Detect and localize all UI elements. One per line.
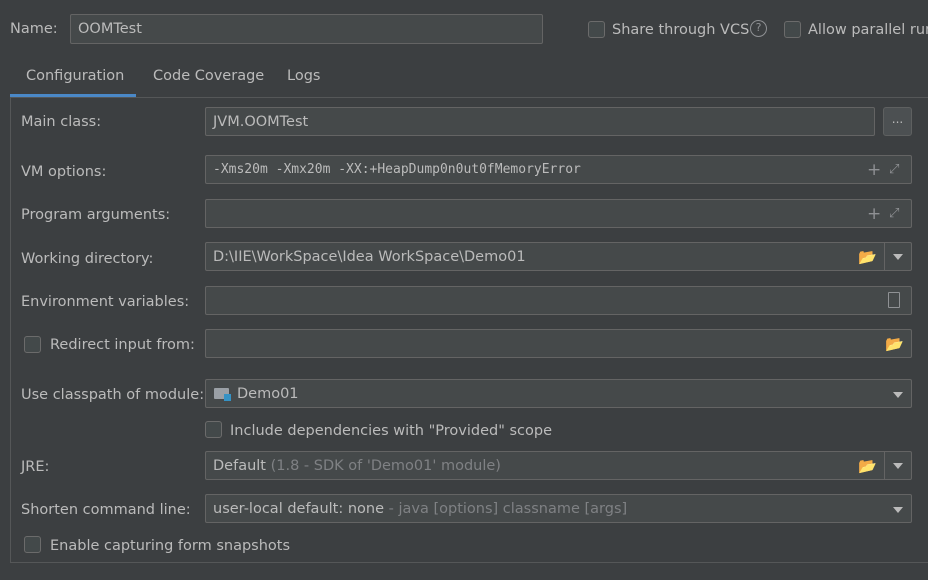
snapshots-label[interactable]: Enable capturing form snapshots [50, 537, 290, 555]
folder-icon[interactable]: 📂 [885, 336, 904, 352]
chevron-down-icon [893, 392, 903, 398]
name-input[interactable]: OOMTest [70, 14, 543, 44]
folder-icon[interactable]: 📂 [858, 458, 877, 474]
allow-parallel-label[interactable]: Allow parallel run [808, 21, 928, 39]
document-icon[interactable] [888, 292, 900, 308]
chevron-down-icon [893, 463, 903, 469]
tab-configuration[interactable]: Configuration [26, 66, 124, 86]
share-vcs-label[interactable]: Share through VCS [612, 21, 749, 39]
jre-value-wrap: Default (1.8 - SDK of 'Demo01' module) [213, 457, 501, 475]
allow-parallel-checkbox[interactable] [784, 21, 801, 38]
jre-label: JRE: [21, 459, 50, 475]
expand-icon[interactable]: ⤢ [889, 206, 899, 222]
name-input-value: OOMTest [78, 21, 142, 37]
working-dir-dropdown-button[interactable] [884, 242, 912, 271]
vm-options-label: VM options: [21, 164, 107, 180]
env-vars-label: Environment variables: [21, 294, 190, 310]
working-dir-label: Working directory: [21, 251, 154, 267]
help-icon[interactable]: ? [750, 20, 767, 37]
working-dir-input[interactable]: D:\IIE\WorkSpace\Idea WorkSpace\Demo01 📂 [205, 242, 885, 271]
tab-logs[interactable]: Logs [287, 66, 320, 86]
shorten-value-wrap: user-local default: none - java [options… [213, 500, 627, 518]
redirect-input-field[interactable]: 📂 [205, 329, 912, 358]
classpath-label: Use classpath of module: [21, 387, 205, 403]
main-class-label: Main class: [21, 114, 102, 130]
chevron-down-icon [893, 507, 903, 513]
jre-value: Default [213, 458, 266, 474]
plus-icon[interactable]: + [867, 162, 881, 179]
include-deps-label[interactable]: Include dependencies with "Provided" sco… [230, 422, 552, 440]
expand-icon[interactable]: ⤢ [889, 162, 899, 178]
vm-options-value: -Xms20m -Xmx20m -XX:+HeapDump0n0ut0fMemo… [213, 162, 581, 177]
env-vars-input[interactable] [205, 286, 912, 315]
tab-code-coverage[interactable]: Code Coverage [153, 66, 264, 86]
shorten-hint: - java [options] classname [args] [388, 501, 628, 517]
main-class-input[interactable]: JVM.OOMTest [205, 107, 875, 136]
redirect-input-checkbox[interactable] [24, 336, 41, 353]
shorten-select[interactable]: user-local default: none - java [options… [205, 494, 912, 523]
vm-options-input[interactable]: -Xms20m -Xmx20m -XX:+HeapDump0n0ut0fMemo… [205, 155, 912, 184]
jre-dropdown-button[interactable] [884, 451, 912, 480]
share-vcs-checkbox[interactable] [588, 21, 605, 38]
chevron-down-icon [893, 254, 903, 260]
shorten-value: user-local default: none [213, 501, 385, 517]
browse-button[interactable]: ... [883, 107, 912, 136]
main-class-value: JVM.OOMTest [213, 114, 309, 130]
working-dir-value: D:\IIE\WorkSpace\Idea WorkSpace\Demo01 [213, 249, 526, 265]
plus-icon[interactable]: + [867, 206, 881, 223]
snapshots-checkbox[interactable] [24, 536, 41, 553]
redirect-input-label[interactable]: Redirect input from: [50, 336, 195, 354]
module-badge-icon [224, 394, 231, 401]
classpath-value: Demo01 [237, 386, 299, 402]
include-deps-checkbox[interactable] [205, 421, 222, 438]
jre-hint: (1.8 - SDK of 'Demo01' module) [270, 458, 501, 474]
program-args-label: Program arguments: [21, 207, 171, 223]
shorten-label: Shorten command line: [21, 502, 191, 518]
classpath-select[interactable]: Demo01 [205, 379, 912, 408]
program-args-input[interactable]: + ⤢ [205, 199, 912, 228]
jre-input[interactable]: Default (1.8 - SDK of 'Demo01' module) 📂 [205, 451, 885, 480]
name-label: Name: [10, 21, 58, 37]
folder-icon[interactable]: 📂 [858, 249, 877, 265]
